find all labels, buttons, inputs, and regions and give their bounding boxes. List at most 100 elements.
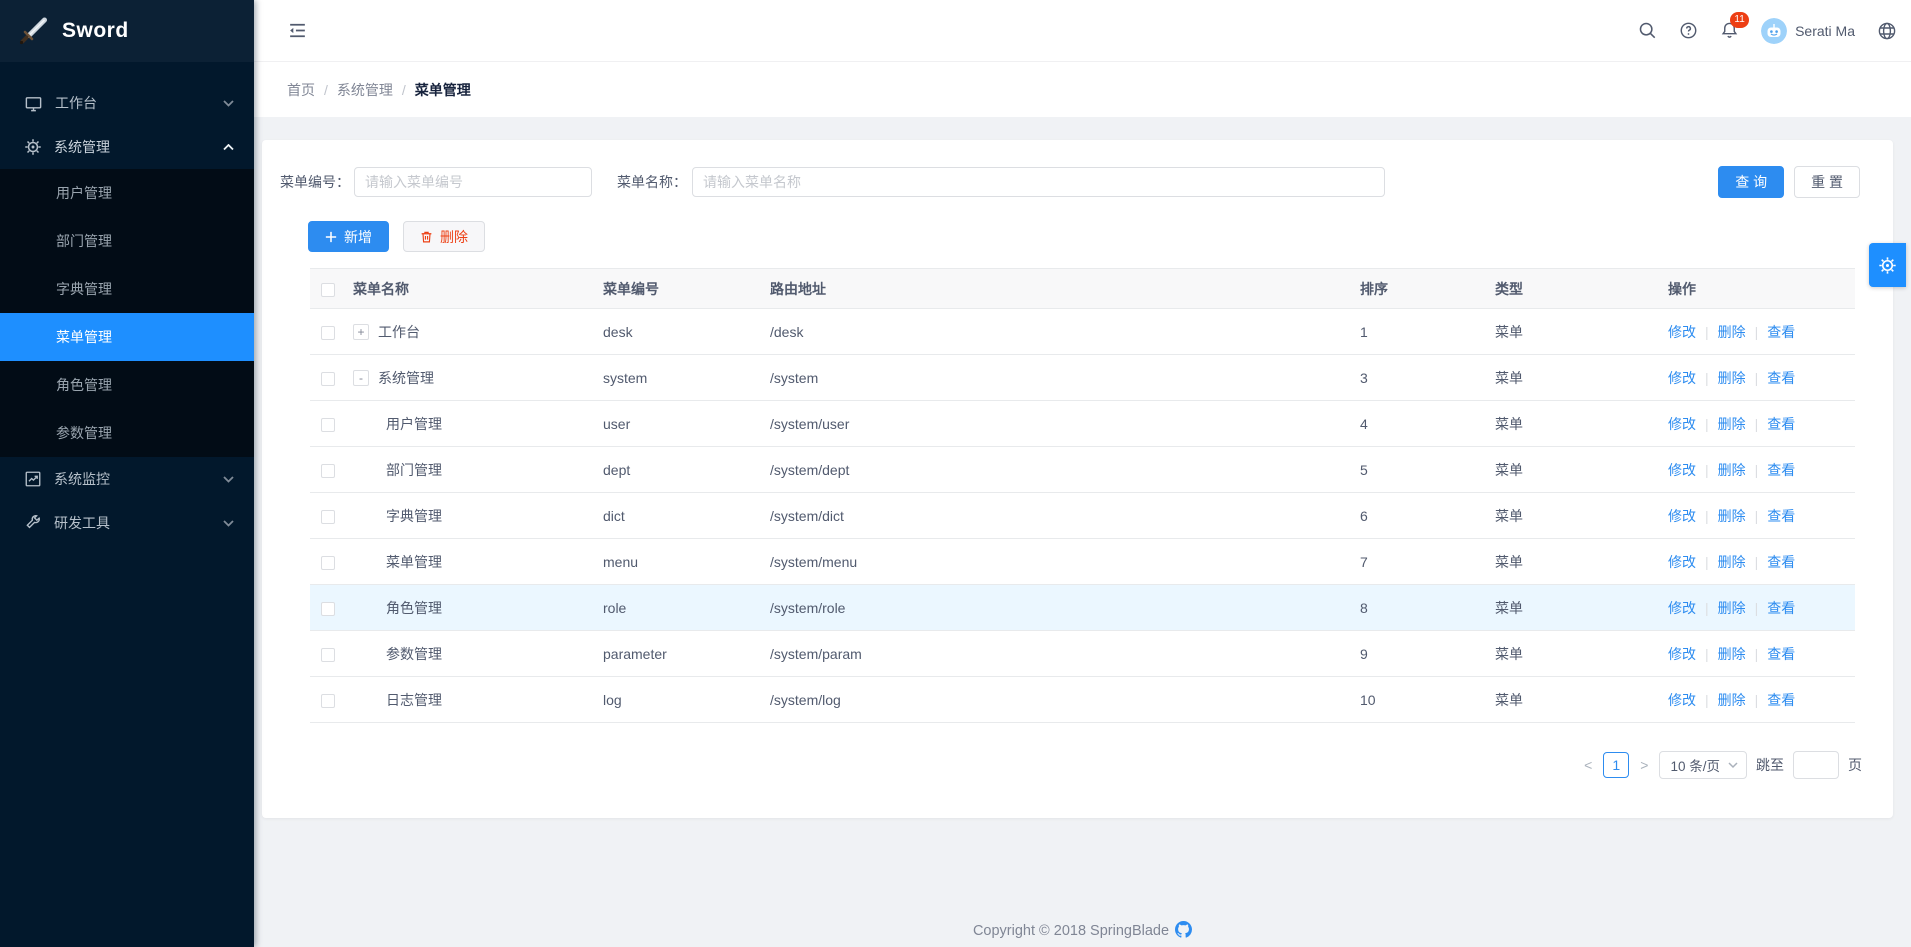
table-row: 用户管理user/system/user4菜单修改|删除|查看 (310, 401, 1855, 447)
page-number[interactable]: 1 (1603, 752, 1629, 778)
row-action-delete[interactable]: 删除 (1718, 600, 1746, 616)
row-action-delete[interactable]: 删除 (1718, 370, 1746, 386)
sidebar-subitem-dict[interactable]: 字典管理 (0, 265, 254, 313)
row-action-view[interactable]: 查看 (1767, 554, 1795, 570)
row-action-edit[interactable]: 修改 (1668, 554, 1696, 570)
sidebar-item-workbench[interactable]: 工作台 (0, 81, 254, 125)
row-action-view[interactable]: 查看 (1767, 324, 1795, 340)
cell-menu-route: /system/param (762, 631, 1352, 677)
collapse-menu-icon[interactable] (287, 20, 308, 41)
column-header-route: 路由地址 (762, 269, 1352, 309)
settings-drawer-button[interactable] (1869, 243, 1906, 287)
row-action-view[interactable]: 查看 (1767, 416, 1795, 432)
table-row: 菜单管理menu/system/menu7菜单修改|删除|查看 (310, 539, 1855, 585)
breadcrumb-system[interactable]: 系统管理 (337, 80, 393, 100)
sidebar-subitem-user[interactable]: 用户管理 (0, 169, 254, 217)
sidebar-subitem-label: 菜单管理 (56, 327, 112, 347)
next-page-arrow[interactable]: > (1638, 757, 1650, 773)
row-action-edit[interactable]: 修改 (1668, 324, 1696, 340)
row-action-delete[interactable]: 删除 (1718, 646, 1746, 662)
select-all-checkbox[interactable] (321, 283, 335, 297)
action-separator: | (1755, 370, 1759, 386)
row-checkbox[interactable] (321, 510, 335, 524)
github-icon[interactable] (1175, 921, 1192, 938)
add-button[interactable]: 新增 (308, 221, 389, 252)
table-row: -系统管理system/system3菜单修改|删除|查看 (310, 355, 1855, 401)
sidebar-subitem-role[interactable]: 角色管理 (0, 361, 254, 409)
reset-button[interactable]: 重 置 (1794, 166, 1860, 198)
row-checkbox[interactable] (321, 372, 335, 386)
jump-suffix: 页 (1848, 755, 1862, 775)
cell-menu-code: dict (595, 493, 762, 539)
sidebar-subitem-param[interactable]: 参数管理 (0, 409, 254, 457)
table-header-row: 菜单名称 菜单编号 路由地址 排序 类型 操作 (310, 269, 1855, 309)
row-action-view[interactable]: 查看 (1767, 646, 1795, 662)
language-globe-icon[interactable] (1877, 21, 1897, 41)
table-row: 部门管理dept/system/dept5菜单修改|删除|查看 (310, 447, 1855, 493)
table-row: 角色管理role/system/role8菜单修改|删除|查看 (310, 585, 1855, 631)
notifications-bell-icon[interactable]: 11 (1720, 21, 1739, 41)
expand-toggle-icon[interactable]: + (353, 324, 369, 340)
sidebar-subitem-dept[interactable]: 部门管理 (0, 217, 254, 265)
row-action-edit[interactable]: 修改 (1668, 600, 1696, 616)
row-action-edit[interactable]: 修改 (1668, 692, 1696, 708)
row-action-delete[interactable]: 删除 (1718, 462, 1746, 478)
app-logo: Sword (0, 0, 254, 62)
app-title: Sword (62, 19, 129, 43)
page-size-select[interactable]: 10 条/页 (1659, 751, 1747, 779)
expand-toggle-icon[interactable]: - (353, 370, 369, 386)
delete-button-label: 删除 (440, 227, 468, 247)
sidebar-item-monitor[interactable]: 系统监控 (0, 457, 254, 501)
prev-page-arrow[interactable]: < (1582, 757, 1594, 773)
row-action-edit[interactable]: 修改 (1668, 508, 1696, 524)
row-action-view[interactable]: 查看 (1767, 462, 1795, 478)
main-content: 菜单编号： 菜单名称： 查 询 重 置 新增 (254, 117, 1911, 947)
menu-code-input[interactable] (354, 167, 592, 197)
action-separator: | (1755, 600, 1759, 616)
row-action-edit[interactable]: 修改 (1668, 416, 1696, 432)
help-icon[interactable] (1679, 21, 1698, 40)
sidebar-subitem-menu[interactable]: 菜单管理 (0, 313, 254, 361)
row-action-view[interactable]: 查看 (1767, 370, 1795, 386)
row-action-delete[interactable]: 删除 (1718, 508, 1746, 524)
row-checkbox[interactable] (321, 326, 335, 340)
sidebar-item-devtools[interactable]: 研发工具 (0, 501, 254, 545)
row-checkbox[interactable] (321, 648, 335, 662)
row-action-edit[interactable]: 修改 (1668, 462, 1696, 478)
cell-actions: 修改|删除|查看 (1660, 355, 1855, 401)
row-checkbox[interactable] (321, 694, 335, 708)
jump-page-input[interactable] (1793, 751, 1839, 779)
action-separator: | (1705, 692, 1709, 708)
row-checkbox[interactable] (321, 602, 335, 616)
cell-menu-code: user (595, 401, 762, 447)
action-separator: | (1705, 554, 1709, 570)
search-button[interactable]: 查 询 (1718, 166, 1784, 198)
pagination: < 1 > 10 条/页 跳至 页 (1582, 751, 1862, 779)
row-action-delete[interactable]: 删除 (1718, 416, 1746, 432)
menu-name-input[interactable] (692, 167, 1385, 197)
cell-menu-sort: 8 (1352, 585, 1487, 631)
cell-menu-sort: 3 (1352, 355, 1487, 401)
row-action-view[interactable]: 查看 (1767, 600, 1795, 616)
cell-menu-name: 菜单管理 (386, 552, 442, 572)
row-action-edit[interactable]: 修改 (1668, 370, 1696, 386)
row-action-delete[interactable]: 删除 (1718, 692, 1746, 708)
search-icon[interactable] (1638, 21, 1657, 40)
breadcrumb-home[interactable]: 首页 (287, 80, 315, 100)
user-name[interactable]: Serati Ma (1795, 23, 1855, 39)
breadcrumb: 首页 / 系统管理 / 菜单管理 (254, 62, 1911, 117)
row-checkbox[interactable] (321, 418, 335, 432)
row-checkbox[interactable] (321, 464, 335, 478)
row-action-view[interactable]: 查看 (1767, 692, 1795, 708)
row-checkbox[interactable] (321, 556, 335, 570)
delete-button[interactable]: 删除 (403, 221, 485, 252)
row-action-edit[interactable]: 修改 (1668, 646, 1696, 662)
cell-menu-route: /system/role (762, 585, 1352, 631)
sidebar-item-system[interactable]: 系统管理 (0, 125, 254, 169)
row-action-delete[interactable]: 删除 (1718, 324, 1746, 340)
cell-menu-route: /system/log (762, 677, 1352, 723)
avatar[interactable] (1761, 18, 1787, 44)
row-action-view[interactable]: 查看 (1767, 508, 1795, 524)
row-action-delete[interactable]: 删除 (1718, 554, 1746, 570)
sidebar: Sword 工作台 系统管理 (0, 0, 254, 947)
